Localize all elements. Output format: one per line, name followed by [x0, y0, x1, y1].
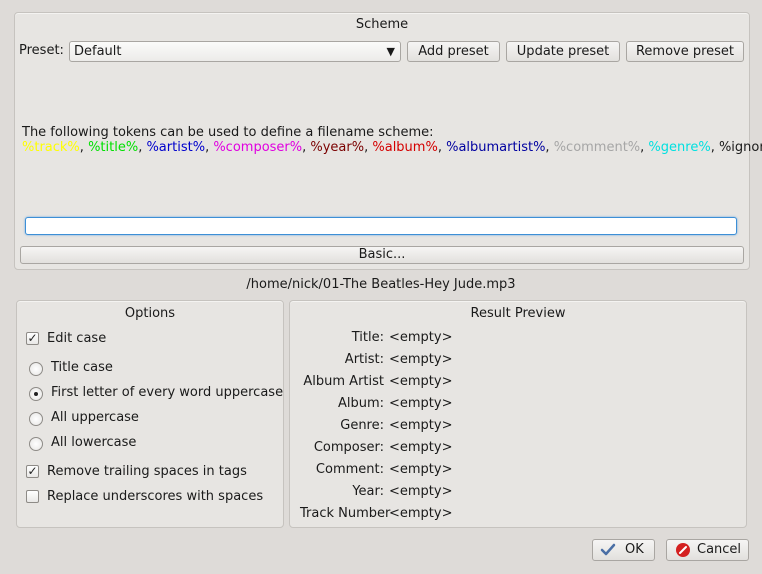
preview-group: Result Preview Title: <empty> Artist: <e… — [289, 300, 747, 528]
token-ignore: %ignore% — [718, 140, 762, 155]
preview-value: <empty> — [389, 374, 453, 389]
chevron-down-icon: ▼ — [386, 45, 395, 58]
token-genre: %genre% — [648, 140, 711, 155]
all-uppercase-radio[interactable] — [29, 412, 43, 426]
update-preset-label: Update preset — [516, 44, 610, 59]
token-title: %title% — [88, 140, 139, 155]
options-group: Options ✓ Edit case Title case First let… — [16, 300, 284, 528]
remove-preset-button[interactable]: Remove preset — [626, 41, 744, 62]
cancel-icon — [676, 543, 690, 557]
remove-preset-label: Remove preset — [635, 44, 735, 59]
tokens-list: %track%, %title%, %artist%, %composer%, … — [22, 140, 762, 155]
preview-key: Genre: — [340, 418, 384, 433]
token-comment: %comment% — [553, 140, 641, 155]
preview-key: Album Artist — [303, 374, 384, 389]
preview-value: <empty> — [389, 418, 453, 433]
preview-value: <empty> — [389, 330, 453, 345]
preview-key: Year: — [352, 484, 384, 499]
preview-value: <empty> — [389, 484, 453, 499]
token-separator: , — [437, 140, 447, 155]
edit-case-checkbox[interactable]: ✓ — [26, 332, 39, 345]
preview-title: Result Preview — [470, 306, 566, 321]
tokens-intro: The following tokens can be used to defi… — [22, 125, 434, 140]
preview-value: <empty> — [389, 352, 453, 367]
basic-button-label: Basic... — [358, 247, 406, 262]
all-lowercase-radio[interactable] — [29, 437, 43, 451]
preview-value: <empty> — [389, 506, 453, 521]
options-title: Options — [124, 306, 176, 321]
all-lowercase-label[interactable]: All lowercase — [51, 435, 136, 450]
token-artist: %artist% — [146, 140, 206, 155]
preset-label: Preset: — [19, 43, 64, 58]
token-album: %album% — [372, 140, 438, 155]
replace-underscores-label[interactable]: Replace underscores with spaces — [47, 489, 263, 504]
preview-key: Artist: — [344, 352, 384, 367]
preview-key: Composer: — [313, 440, 384, 455]
cancel-label: Cancel — [697, 542, 742, 557]
update-preset-button[interactable]: Update preset — [506, 41, 620, 62]
token-separator: , — [545, 140, 554, 155]
all-uppercase-label[interactable]: All uppercase — [51, 410, 139, 425]
cancel-button[interactable]: Cancel — [666, 539, 749, 561]
preset-combobox[interactable]: Default ▼ — [69, 41, 401, 62]
title-case-label[interactable]: Title case — [51, 360, 113, 375]
token-composer: %composer% — [213, 140, 303, 155]
preview-key: Title: — [351, 330, 384, 345]
preview-value: <empty> — [389, 396, 453, 411]
title-case-radio[interactable] — [29, 362, 43, 376]
first-letter-uppercase-label[interactable]: First letter of every word uppercase — [51, 385, 283, 400]
add-preset-button[interactable]: Add preset — [407, 41, 500, 62]
token-albumartist: %albumartist% — [446, 140, 546, 155]
ok-button[interactable]: OK — [592, 539, 655, 561]
preview-key: Track Number — [300, 506, 391, 521]
token-separator: , — [79, 140, 89, 155]
preview-key: Album: — [337, 396, 384, 411]
preset-value: Default — [74, 44, 122, 59]
first-letter-uppercase-radio[interactable] — [29, 387, 43, 401]
edit-case-label[interactable]: Edit case — [47, 331, 106, 346]
preview-key: Comment: — [315, 462, 384, 477]
replace-underscores-checkbox[interactable] — [26, 490, 39, 503]
scheme-input[interactable] — [25, 217, 737, 235]
token-separator: , — [710, 140, 719, 155]
radio-selected-dot — [34, 392, 38, 396]
ok-label: OK — [625, 542, 644, 557]
add-preset-label: Add preset — [418, 44, 489, 59]
preview-value: <empty> — [389, 462, 453, 477]
remove-trailing-label[interactable]: Remove trailing spaces in tags — [47, 464, 247, 479]
checkmark-icon — [600, 543, 616, 556]
preview-value: <empty> — [389, 440, 453, 455]
remove-trailing-checkbox[interactable]: ✓ — [26, 465, 39, 478]
basic-button[interactable]: Basic... — [20, 246, 744, 264]
scheme-group: Scheme Preset: Default ▼ Add preset Upda… — [14, 12, 762, 270]
scheme-title: Scheme — [355, 17, 409, 32]
token-track: %track% — [22, 140, 80, 155]
token-year: %year% — [310, 140, 365, 155]
file-path-label: /home/nick/01-The Beatles-Hey Jude.mp3 — [246, 277, 516, 292]
